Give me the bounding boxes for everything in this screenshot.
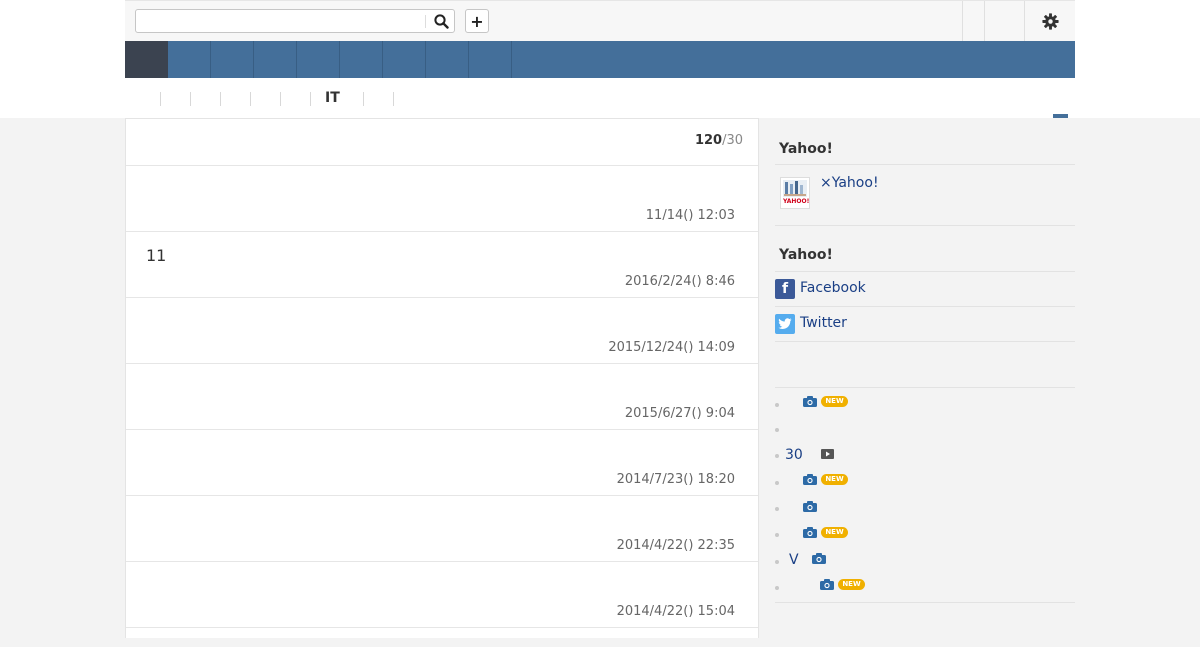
- nav-tab[interactable]: [297, 41, 340, 78]
- search-box: [135, 9, 455, 33]
- list-item-date: 11/14() 12:03: [645, 208, 735, 223]
- list-bullet: [775, 403, 779, 407]
- result-count-total: /30: [722, 133, 743, 148]
- category-navbar: [125, 41, 1075, 78]
- list-item-date: 2014/4/22() 22:35: [616, 538, 735, 553]
- new-badge: NEW: [821, 527, 848, 538]
- subnav-divider: [220, 92, 221, 106]
- list-bullet: [775, 481, 779, 485]
- top-toolbar: +: [125, 0, 1075, 41]
- feature-thumbnail[interactable]: YAHOO!: [780, 177, 810, 209]
- add-button[interactable]: +: [465, 9, 489, 33]
- list-bullet: [775, 586, 779, 590]
- thumbnail-logo-text: YAHOO!: [783, 198, 810, 205]
- twitter-link[interactable]: Twitter: [800, 315, 847, 331]
- list-item[interactable]: 11/14() 12:03: [126, 165, 758, 231]
- nav-tab[interactable]: [469, 41, 512, 78]
- subnav-divider: [160, 92, 161, 106]
- sidebar-heading: Yahoo!: [779, 247, 833, 263]
- list-item-date: 2015/12/24() 14:09: [608, 340, 735, 355]
- search-input[interactable]: [140, 12, 424, 32]
- divider: [775, 387, 1075, 388]
- camera-icon: [812, 553, 826, 564]
- list-item-date: 2014/7/23() 18:20: [616, 472, 735, 487]
- list-item-title: 11: [146, 246, 167, 265]
- nav-tab[interactable]: [383, 41, 426, 78]
- list-bullet: [775, 428, 779, 432]
- subnav-item-it[interactable]: IT: [325, 90, 340, 106]
- camera-icon: [803, 527, 817, 538]
- facebook-icon: f: [775, 279, 795, 299]
- twitter-icon: [775, 314, 795, 334]
- list-bullet: [775, 533, 779, 537]
- list-item-date: 2016/2/24() 8:46: [624, 274, 735, 289]
- list-item[interactable]: 2014/7/23() 18:20: [126, 429, 758, 495]
- camera-icon: [803, 501, 817, 512]
- header-divider: [962, 1, 963, 41]
- list-item-date: 2014/4/22() 15:04: [616, 604, 735, 619]
- nav-tab[interactable]: [426, 41, 469, 78]
- facebook-link[interactable]: Facebook: [800, 280, 866, 296]
- camera-icon: [803, 396, 817, 407]
- list-bullet: [775, 454, 779, 458]
- nav-tab[interactable]: [211, 41, 254, 78]
- ranking-item-text[interactable]: 30: [785, 447, 803, 463]
- ranking-item-text[interactable]: V: [789, 552, 799, 568]
- nav-tab[interactable]: [340, 41, 383, 78]
- divider: [775, 271, 1075, 272]
- gear-icon: [1041, 12, 1059, 30]
- nav-tab[interactable]: [168, 41, 211, 78]
- list-item[interactable]: 2014/4/22() 22:35: [126, 495, 758, 561]
- list-item[interactable]: 2014/4/22() 15:04: [126, 561, 758, 627]
- camera-icon: [803, 474, 817, 485]
- subnav-divider: [363, 92, 364, 106]
- sidebar-heading: Yahoo!: [779, 141, 833, 157]
- search-icon: [433, 13, 449, 29]
- search-button[interactable]: [428, 10, 454, 32]
- list-bullet: [775, 507, 779, 511]
- new-badge: NEW: [838, 579, 865, 590]
- subnav-divider: [280, 92, 281, 106]
- divider: [775, 341, 1075, 342]
- list-item[interactable]: 11 2016/2/24() 8:46: [126, 231, 758, 297]
- subnav-divider: [310, 92, 311, 106]
- subnav-divider: [190, 92, 191, 106]
- section-marker: [1053, 114, 1068, 118]
- feature-link[interactable]: ×Yahoo!: [820, 175, 879, 191]
- new-badge: NEW: [821, 474, 848, 485]
- camera-icon: [820, 579, 834, 590]
- video-icon: [821, 449, 834, 459]
- settings-button[interactable]: [1025, 1, 1075, 41]
- list-item[interactable]: 2015/12/24() 14:09: [126, 297, 758, 363]
- header-divider: [984, 1, 985, 41]
- list-bullet: [775, 560, 779, 564]
- list-item[interactable]: [126, 627, 758, 647]
- divider: [775, 602, 1075, 603]
- list-item-date: 2015/6/27() 9:04: [624, 406, 735, 421]
- article-list: 120/30 11/14() 12:03 11 2016/2/24() 8:46…: [125, 118, 759, 638]
- result-count: 120/30: [695, 133, 743, 148]
- new-badge: NEW: [821, 396, 848, 407]
- nav-tab-home[interactable]: [125, 41, 168, 78]
- divider: [775, 306, 1075, 307]
- subnav-divider: [250, 92, 251, 106]
- nav-tab[interactable]: [254, 41, 297, 78]
- search-divider: [425, 15, 426, 28]
- result-count-current: 120: [694, 133, 723, 148]
- list-item[interactable]: 2015/6/27() 9:04: [126, 363, 758, 429]
- subnav-divider: [393, 92, 394, 106]
- divider: [775, 225, 1075, 226]
- divider: [775, 164, 1075, 165]
